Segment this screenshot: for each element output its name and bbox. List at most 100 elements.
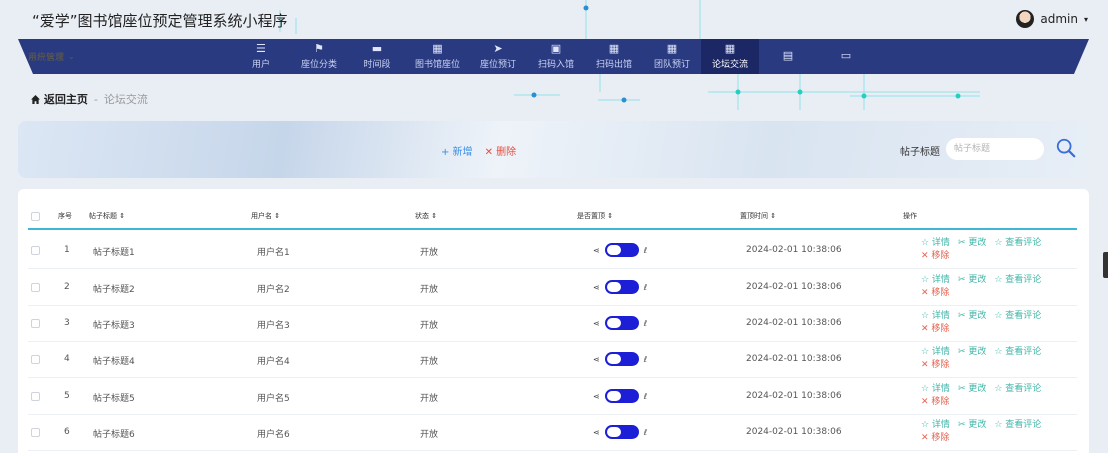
edit-button[interactable]: ✂ 更改 xyxy=(958,420,986,430)
add-button[interactable]: + 新增 xyxy=(441,143,473,158)
row-checkbox[interactable] xyxy=(31,283,40,292)
view-comments-button[interactable]: ☆ 查看评论 xyxy=(994,420,1041,430)
pinned-toggle-group: ⋖ ℓ xyxy=(593,243,647,257)
cell-status: 开放 xyxy=(420,357,439,367)
search-icon[interactable] xyxy=(1055,137,1077,159)
switch-knob xyxy=(606,245,621,255)
cell-status: 开放 xyxy=(420,394,439,404)
pinned-switch[interactable] xyxy=(604,389,639,403)
home-icon xyxy=(31,95,40,104)
username-label: admin xyxy=(1040,12,1078,26)
search-label: 帖子标题 xyxy=(900,147,940,158)
header-status[interactable]: 状态 ⇕ xyxy=(415,211,437,221)
header-pin-time[interactable]: 置顶时间 ⇕ xyxy=(740,211,776,221)
detail-button[interactable]: ☆ 详情 xyxy=(921,238,950,248)
edit-button[interactable]: ✂ 更改 xyxy=(958,384,986,394)
row-checkbox[interactable] xyxy=(31,355,40,364)
cell-username: 用户名5 xyxy=(257,394,290,404)
edit-button[interactable]: ✂ 更改 xyxy=(958,238,986,248)
toggle-right-glyph: ℓ xyxy=(643,427,648,437)
pinned-switch[interactable] xyxy=(604,352,639,366)
app-title: “爱学”图书馆座位预定管理系统小程序 xyxy=(32,12,288,30)
detail-button[interactable]: ☆ 详情 xyxy=(921,311,950,321)
toggle-left-glyph: ⋖ xyxy=(593,318,600,328)
remove-button[interactable]: ✕ 移除 xyxy=(921,360,949,370)
search-input[interactable] xyxy=(946,138,1044,160)
chevron-down-icon: ⌄ xyxy=(68,51,75,61)
avatar xyxy=(1016,10,1035,28)
detail-button[interactable]: ☆ 详情 xyxy=(921,384,950,394)
pinned-toggle-group: ⋖ ℓ xyxy=(593,316,647,330)
toggle-left-glyph: ⋖ xyxy=(593,391,600,401)
pinned-switch[interactable] xyxy=(604,280,639,294)
row-operations: ☆ 详情 ✂ 更改 ☆ 查看评论 ✕ 移除 xyxy=(921,237,1071,263)
remove-button[interactable]: ✕ 移除 xyxy=(921,324,949,334)
view-comments-button[interactable]: ☆ 查看评论 xyxy=(994,347,1041,357)
switch-knob xyxy=(606,391,621,401)
pinned-toggle-group: ⋖ ℓ xyxy=(593,280,647,294)
view-comments-button[interactable]: ☆ 查看评论 xyxy=(994,384,1041,394)
user-menu[interactable]: admin ▾ xyxy=(1016,10,1088,28)
breadcrumb: 返回主页 - 论坛交流 xyxy=(31,91,148,107)
cell-index: 1 xyxy=(64,245,70,255)
detail-button[interactable]: ☆ 详情 xyxy=(921,347,950,357)
cell-title: 帖子标题5 xyxy=(93,394,135,404)
pinned-toggle-group: ⋖ ℓ xyxy=(593,389,647,403)
remove-button[interactable]: ✕ 移除 xyxy=(921,288,949,298)
cell-index: 2 xyxy=(64,282,70,292)
toggle-right-glyph: ℓ xyxy=(643,282,648,292)
nav-label: 用户信息 xyxy=(28,52,65,63)
header-username[interactable]: 用户名 ⇕ xyxy=(251,211,280,221)
table-row: 1 帖子标题1 用户名1 开放 ⋖ ℓ 2024-02-01 10:38:06 … xyxy=(28,232,1077,269)
view-comments-button[interactable]: ☆ 查看评论 xyxy=(994,275,1041,285)
detail-button[interactable]: ☆ 详情 xyxy=(921,420,950,430)
row-operations: ☆ 详情 ✂ 更改 ☆ 查看评论 ✕ 移除 xyxy=(921,419,1071,445)
row-operations: ☆ 详情 ✂ 更改 ☆ 查看评论 ✕ 移除 xyxy=(921,383,1071,409)
cell-title: 帖子标题4 xyxy=(93,357,135,367)
select-all-checkbox[interactable] xyxy=(31,212,40,221)
view-comments-button[interactable]: ☆ 查看评论 xyxy=(994,311,1041,321)
remove-button[interactable]: ✕ 移除 xyxy=(921,251,949,261)
cell-username: 用户名2 xyxy=(257,285,290,295)
cell-username: 用户名4 xyxy=(257,357,290,367)
table-row: 3 帖子标题3 用户名3 开放 ⋖ ℓ 2024-02-01 10:38:06 … xyxy=(28,305,1077,342)
home-link[interactable]: 返回主页 xyxy=(31,91,88,107)
header-index: 序号 xyxy=(58,212,72,220)
top-navigation: ☰ 用户 ⚑ 座位分类 ▬ 时间段 ▦ 图书馆座位 ➤ 座位预订 ▣ 扫码入馆 … xyxy=(18,39,1089,74)
cell-pin-time: 2024-02-01 10:38:06 xyxy=(746,354,842,364)
cell-title: 帖子标题1 xyxy=(93,248,135,258)
edit-button[interactable]: ✂ 更改 xyxy=(958,347,986,357)
switch-knob xyxy=(606,318,621,328)
cell-status: 开放 xyxy=(420,248,439,258)
edit-button[interactable]: ✂ 更改 xyxy=(958,311,986,321)
toggle-right-glyph: ℓ xyxy=(643,354,648,364)
toggle-right-glyph: ℓ xyxy=(643,318,648,328)
cell-status: 开放 xyxy=(420,430,439,440)
remove-button[interactable]: ✕ 移除 xyxy=(921,397,949,407)
detail-button[interactable]: ☆ 详情 xyxy=(921,275,950,285)
row-checkbox[interactable] xyxy=(31,392,40,401)
header-title[interactable]: 帖子标题 ⇕ xyxy=(89,211,125,221)
cell-title: 帖子标题6 xyxy=(93,430,135,440)
pinned-switch[interactable] xyxy=(604,243,639,257)
view-comments-button[interactable]: ☆ 查看评论 xyxy=(994,238,1041,248)
toggle-left-glyph: ⋖ xyxy=(593,245,600,255)
pinned-switch[interactable] xyxy=(604,316,639,330)
row-checkbox[interactable] xyxy=(31,246,40,255)
cell-index: 3 xyxy=(64,318,70,328)
cell-pin-time: 2024-02-01 10:38:06 xyxy=(746,318,842,328)
remove-button[interactable]: ✕ 移除 xyxy=(921,433,949,443)
row-operations: ☆ 详情 ✂ 更改 ☆ 查看评论 ✕ 移除 xyxy=(921,274,1071,300)
pinned-switch[interactable] xyxy=(604,425,639,439)
side-handle[interactable] xyxy=(1103,252,1108,278)
header-pinned[interactable]: 是否置顶 ⇕ xyxy=(577,211,613,221)
edit-button[interactable]: ✂ 更改 xyxy=(958,275,986,285)
forum-table: 序号 帖子标题 ⇕ 用户名 ⇕ 状态 ⇕ 是否置顶 ⇕ 置顶时间 ⇕ 操作 1 … xyxy=(18,189,1089,453)
nav-item-user-info[interactable]: ▭ 用户信息 ⌄ xyxy=(28,39,875,74)
row-checkbox[interactable] xyxy=(31,428,40,437)
delete-button[interactable]: ✕ 删除 xyxy=(485,143,517,158)
table-row: 5 帖子标题5 用户名5 开放 ⋖ ℓ 2024-02-01 10:38:06 … xyxy=(28,378,1077,415)
table-actions: + 新增 ✕ 删除 xyxy=(441,143,516,158)
row-operations: ☆ 详情 ✂ 更改 ☆ 查看评论 ✕ 移除 xyxy=(921,346,1071,372)
row-checkbox[interactable] xyxy=(31,319,40,328)
